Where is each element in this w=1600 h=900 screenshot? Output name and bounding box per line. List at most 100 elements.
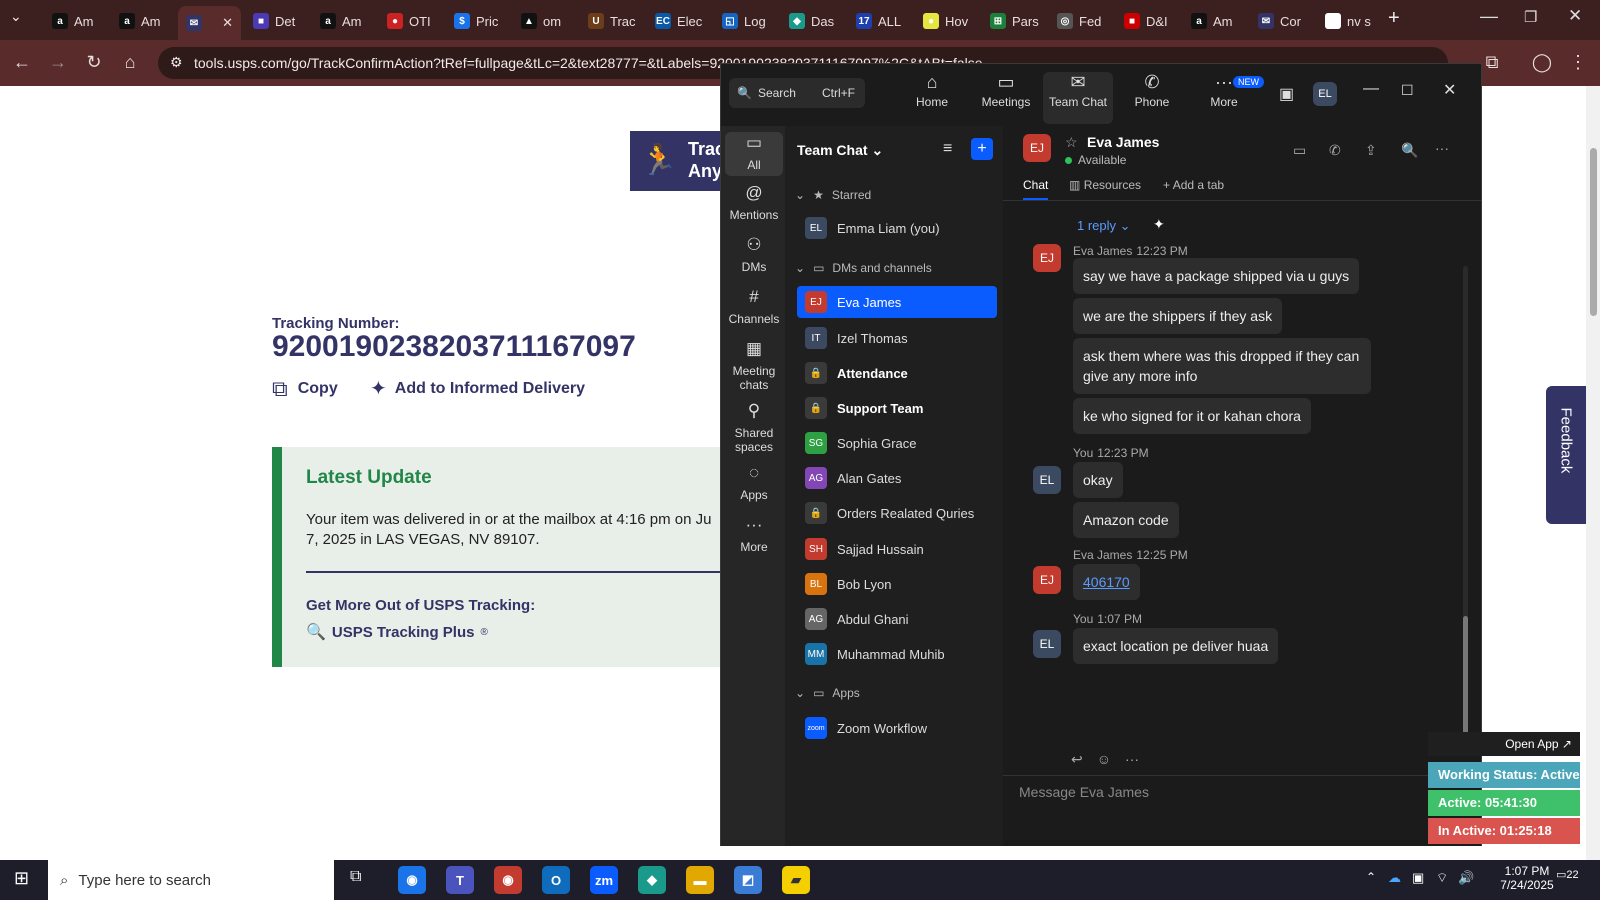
contact-item[interactable]: AG Abdul Ghani — [797, 603, 997, 635]
chat-header-name[interactable]: Eva James — [1087, 134, 1159, 150]
tab-chat[interactable]: Chat — [1023, 178, 1049, 200]
zoom-close-button[interactable]: ✕ — [1443, 80, 1456, 100]
open-app-button[interactable]: Open App ↗ — [1428, 732, 1580, 756]
browser-tab[interactable]: ▲ om — [513, 8, 576, 34]
left-nav-apps[interactable]: ◌ Apps — [725, 464, 783, 502]
zoom-maximize-button[interactable]: ☐ — [1401, 82, 1414, 99]
contact-item[interactable]: 🔒 Attendance — [797, 357, 997, 389]
team-chat-title[interactable]: Team Chat ⌄ — [797, 142, 883, 159]
sticky-notes-icon[interactable]: ▰ — [782, 866, 810, 894]
copy-button[interactable]: ⧉ Copy — [272, 376, 338, 402]
phone-call-icon[interactable]: ✆ — [1329, 142, 1341, 159]
notification-center[interactable]: ▭22 — [1556, 868, 1579, 881]
browser-tab[interactable]: a Am — [44, 8, 107, 34]
browser-tab[interactable]: ● Hov — [915, 8, 978, 34]
minimize-window-button[interactable]: — — [1480, 6, 1498, 27]
contact-item[interactable]: IT Izel Thomas — [797, 322, 997, 354]
browser-tab[interactable]: EC Elec — [647, 8, 710, 34]
tab-resources[interactable]: ▥ Resources — [1069, 178, 1141, 192]
file-explorer-icon[interactable]: ▬ — [686, 866, 714, 894]
taskbar-search-box[interactable]: ⌕ Type here to search — [48, 860, 334, 900]
left-nav-dms[interactable]: ⚇ DMs — [725, 236, 783, 274]
more-icon[interactable]: ··· — [1125, 751, 1139, 768]
close-window-button[interactable]: ✕ — [1568, 6, 1582, 26]
profile-icon[interactable]: ◯ — [1530, 52, 1554, 73]
extensions-icon[interactable]: ⧉ — [1480, 52, 1504, 73]
zoom-minimize-button[interactable]: — — [1363, 80, 1379, 98]
outlook-icon[interactable]: O — [542, 866, 570, 894]
user-avatar[interactable]: EL — [1313, 82, 1337, 106]
left-nav-mentions[interactable]: @ Mentions — [725, 184, 783, 222]
browser-tab[interactable]: ✉ Cor — [1250, 8, 1313, 34]
zoom-search-box[interactable]: 🔍 Search Ctrl+F — [729, 78, 865, 108]
apps-section[interactable]: ⌄ ▭ Apps — [795, 686, 860, 700]
back-icon[interactable]: ← — [10, 52, 34, 73]
add-informed-delivery-link[interactable]: ✦ Add to Informed Delivery — [370, 376, 585, 401]
reload-icon[interactable]: ↻ — [82, 52, 106, 73]
tab-search-icon[interactable]: ⌄ — [10, 8, 22, 25]
contact-item[interactable]: MM Muhammad Muhib — [797, 638, 997, 670]
top-nav-meetings[interactable]: ▭ Meetings — [971, 72, 1041, 124]
windows-start-icon[interactable]: ⊞ — [14, 868, 29, 889]
teams-icon[interactable]: T — [446, 866, 474, 894]
browser-tab[interactable]: ◎ Fed — [1049, 8, 1112, 34]
emoji-reaction-icon[interactable]: ☺ — [1097, 751, 1111, 768]
feedback-tab[interactable]: Feedback — [1546, 386, 1586, 524]
reply-thread-link[interactable]: 1 reply ⌄ — [1077, 218, 1131, 234]
contact-item[interactable]: BL Bob Lyon — [797, 568, 997, 600]
app-icon[interactable]: ◩ — [734, 866, 762, 894]
wifi-icon[interactable]: ⌔ — [1436, 870, 1448, 886]
zoom-icon[interactable]: zm — [590, 866, 618, 894]
browser-tab[interactable]: ■ Det — [245, 8, 308, 34]
contact-item[interactable]: AG Alan Gates — [797, 462, 997, 494]
star-outline-icon[interactable]: ☆ — [1065, 134, 1078, 151]
dms-channels-section[interactable]: ⌄ ▭ DMs and channels — [795, 261, 932, 275]
browser-menu-icon[interactable]: ⋮ — [1566, 52, 1590, 73]
ai-sparkle-icon[interactable]: ✦ — [1153, 216, 1165, 233]
video-call-icon[interactable]: ▭ — [1293, 142, 1306, 159]
network-icon[interactable]: ▣ — [1412, 870, 1424, 886]
browser-tab[interactable]: $ Pric — [446, 8, 509, 34]
browser-tab[interactable]: Gnv s — [1317, 8, 1380, 34]
share-screen-icon[interactable]: ⇪ — [1365, 142, 1377, 159]
contact-item[interactable]: 🔒 Support Team — [797, 392, 997, 424]
starred-section[interactable]: ⌄ ★ Starred — [795, 188, 871, 202]
chrome-icon[interactable]: ◉ — [398, 866, 426, 894]
volume-icon[interactable]: 🔊 — [1458, 870, 1474, 886]
filter-icon[interactable]: ≡ — [943, 140, 952, 158]
left-nav-channels[interactable]: # Channels — [725, 288, 783, 326]
left-nav-more[interactable]: ··· More — [725, 516, 783, 554]
browser-tab[interactable]: ⊞ Pars — [982, 8, 1045, 34]
calendar-icon[interactable]: ▣ — [1279, 84, 1294, 104]
top-nav-home[interactable]: ⌂ Home — [897, 72, 967, 124]
browser-tab[interactable]: ◆ Das — [781, 8, 844, 34]
message-input[interactable]: Message Eva James — [1019, 784, 1149, 800]
tracking-plus-link[interactable]: 🔍 USPS Tracking Plus ® — [306, 622, 488, 642]
home-icon[interactable]: ⌂ — [118, 52, 142, 73]
restore-window-button[interactable]: ❐ — [1524, 8, 1537, 26]
more-options-icon[interactable]: ··· — [1435, 140, 1449, 156]
app-icon[interactable]: ◆ — [638, 866, 666, 894]
top-nav-team-chat[interactable]: ✉ Team Chat — [1043, 72, 1113, 124]
browser-tab[interactable]: U Trac — [580, 8, 643, 34]
show-hidden-icons[interactable]: ⌃ — [1366, 870, 1376, 884]
task-view-icon[interactable]: ⧉ — [350, 868, 361, 886]
new-tab-button[interactable]: + — [1388, 7, 1400, 30]
close-tab-icon[interactable]: ✕ — [222, 15, 233, 31]
left-nav-all[interactable]: ▭ All — [725, 132, 783, 176]
left-nav-meeting-chats[interactable]: ▦ Meeting chats — [725, 340, 783, 392]
chrome-profile-icon[interactable]: ◉ — [494, 866, 522, 894]
browser-tab[interactable]: ✉ ✕ — [178, 6, 241, 40]
message-link[interactable]: 406170 — [1073, 564, 1140, 600]
new-chat-button[interactable]: + — [971, 138, 993, 160]
tab-add[interactable]: + Add a tab — [1163, 178, 1224, 192]
reply-icon[interactable]: ↩ — [1071, 751, 1083, 768]
page-scrollbar-thumb[interactable] — [1590, 148, 1597, 316]
top-nav-phone[interactable]: ✆ Phone — [1117, 72, 1187, 124]
contact-item[interactable]: zoom Zoom Workflow — [797, 712, 997, 744]
contact-item[interactable]: EL Emma Liam (you) — [797, 212, 997, 244]
left-nav-shared-spaces[interactable]: ⚲ Shared spaces — [725, 402, 783, 454]
browser-tab[interactable]: ■ D&I — [1116, 8, 1179, 34]
forward-icon[interactable]: → — [46, 52, 70, 73]
contact-item[interactable]: EJ Eva James — [797, 286, 997, 318]
